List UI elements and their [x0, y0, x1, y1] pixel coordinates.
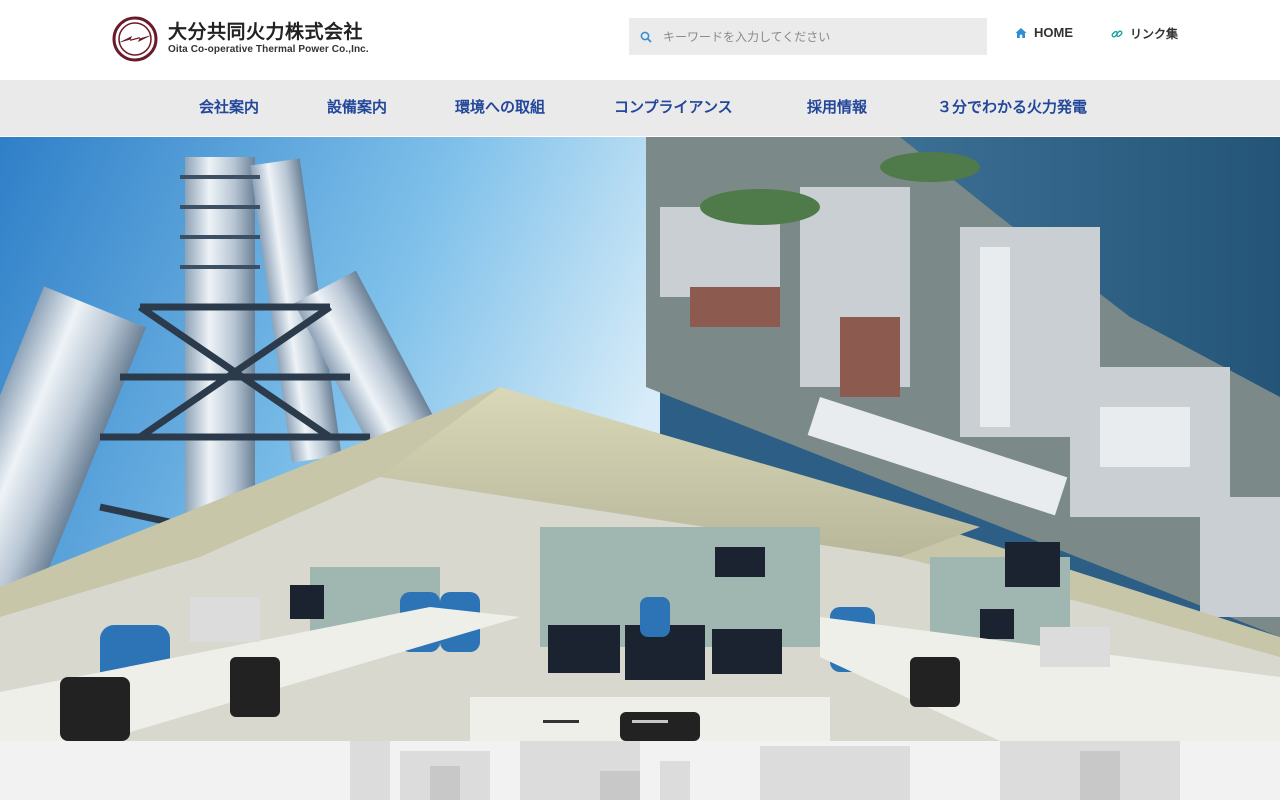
nav-item-compliance[interactable]: コンプライアンス: [614, 80, 733, 136]
site-logo[interactable]: 大分共同火力株式会社 Oita Co-operative Thermal Pow…: [112, 16, 369, 62]
company-name-jp: 大分共同火力株式会社: [168, 21, 364, 43]
home-link[interactable]: HOME: [1015, 25, 1073, 40]
nav-item-company[interactable]: 会社案内: [199, 80, 259, 136]
global-nav: 会社案内 設備案内 環境への取組 コンプライアンス 採用情報 ３分でわかる火力発…: [0, 80, 1280, 136]
nav-item-recruit[interactable]: 採用情報: [807, 80, 867, 136]
chain-link-icon: [1111, 28, 1123, 40]
hero-collage-image: [0, 137, 1280, 741]
links-page-link[interactable]: リンク集: [1111, 25, 1178, 42]
slider-pagination: [0, 720, 1280, 730]
search-icon[interactable]: [629, 31, 663, 43]
content-background-band: [0, 741, 1280, 800]
hero-slider[interactable]: [0, 137, 1280, 741]
search-input[interactable]: [663, 29, 963, 44]
search-box: [629, 18, 987, 55]
company-name-en: Oita Co-operative Thermal Power Co.,Inc.: [168, 44, 369, 55]
home-icon: [1015, 27, 1027, 39]
nav-item-facilities[interactable]: 設備案内: [327, 80, 387, 136]
site-header: 大分共同火力株式会社 Oita Co-operative Thermal Pow…: [0, 0, 1280, 80]
slider-dot-2[interactable]: [632, 720, 668, 723]
nav-item-thermal-power[interactable]: ３分でわかる火力発電: [937, 80, 1087, 136]
company-logo-icon: [112, 16, 158, 62]
links-page-label: リンク集: [1130, 27, 1179, 41]
slider-dot-1[interactable]: [543, 720, 579, 723]
nav-item-environment[interactable]: 環境への取組: [455, 80, 545, 136]
plant-silhouette-image: [0, 741, 1280, 800]
home-link-label: HOME: [1034, 25, 1073, 40]
